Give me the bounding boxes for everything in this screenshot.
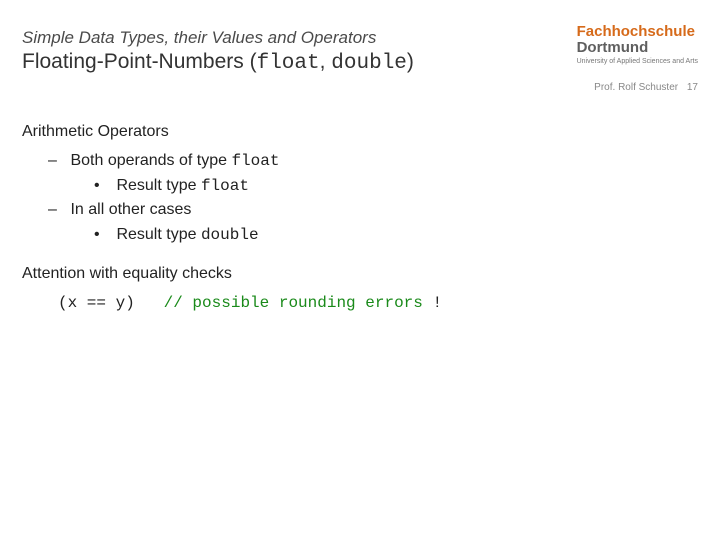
code-bang: !	[423, 294, 442, 312]
slide-body: Arithmetic Operators – Both operands of …	[22, 120, 680, 316]
slide-meta: Prof. Rolf Schuster 17	[594, 82, 698, 93]
section-arithmetic: Arithmetic Operators	[22, 120, 680, 145]
logo-line2: Dortmund	[577, 40, 698, 56]
code-float: float	[201, 177, 249, 195]
dash-icon: –	[48, 149, 66, 174]
subbullet-result-double: • Result type double	[112, 223, 680, 248]
bullet-icon: •	[94, 223, 112, 248]
section-attention: Attention with equality checks	[22, 262, 680, 287]
page-number: 17	[687, 82, 698, 93]
subbullet-text: Result type	[116, 177, 200, 194]
bullet-other-cases: – In all other cases	[66, 198, 680, 223]
title-code-float: float	[257, 52, 320, 75]
dash-icon: –	[48, 198, 66, 223]
bullet-text: In all other cases	[70, 201, 191, 218]
bullet-text: Both operands of type	[70, 152, 231, 169]
logo-line1: Fachhochschule	[577, 24, 698, 40]
logo-subtitle: University of Applied Sciences and Arts	[577, 58, 698, 65]
code-expression: (x == y)	[58, 294, 135, 312]
bullet-operands-float: – Both operands of type float	[66, 149, 680, 174]
title-sep: ,	[320, 50, 332, 73]
code-double: double	[201, 226, 259, 244]
institution-logo: Fachhochschule Dortmund University of Ap…	[577, 24, 698, 65]
bullet-icon: •	[94, 174, 112, 199]
author: Prof. Rolf Schuster	[594, 82, 678, 93]
title-code-double: double	[331, 52, 407, 75]
subbullet-result-float: • Result type float	[112, 174, 680, 199]
title-text-post: )	[407, 50, 414, 73]
subbullet-text: Result type	[116, 226, 200, 243]
code-comment: // possible rounding errors	[164, 294, 423, 312]
code-example: (x == y) // possible rounding errors !	[58, 291, 680, 316]
title-text-pre: Floating-Point-Numbers (	[22, 50, 257, 73]
code-float: float	[231, 152, 279, 170]
code-gap	[135, 294, 164, 312]
